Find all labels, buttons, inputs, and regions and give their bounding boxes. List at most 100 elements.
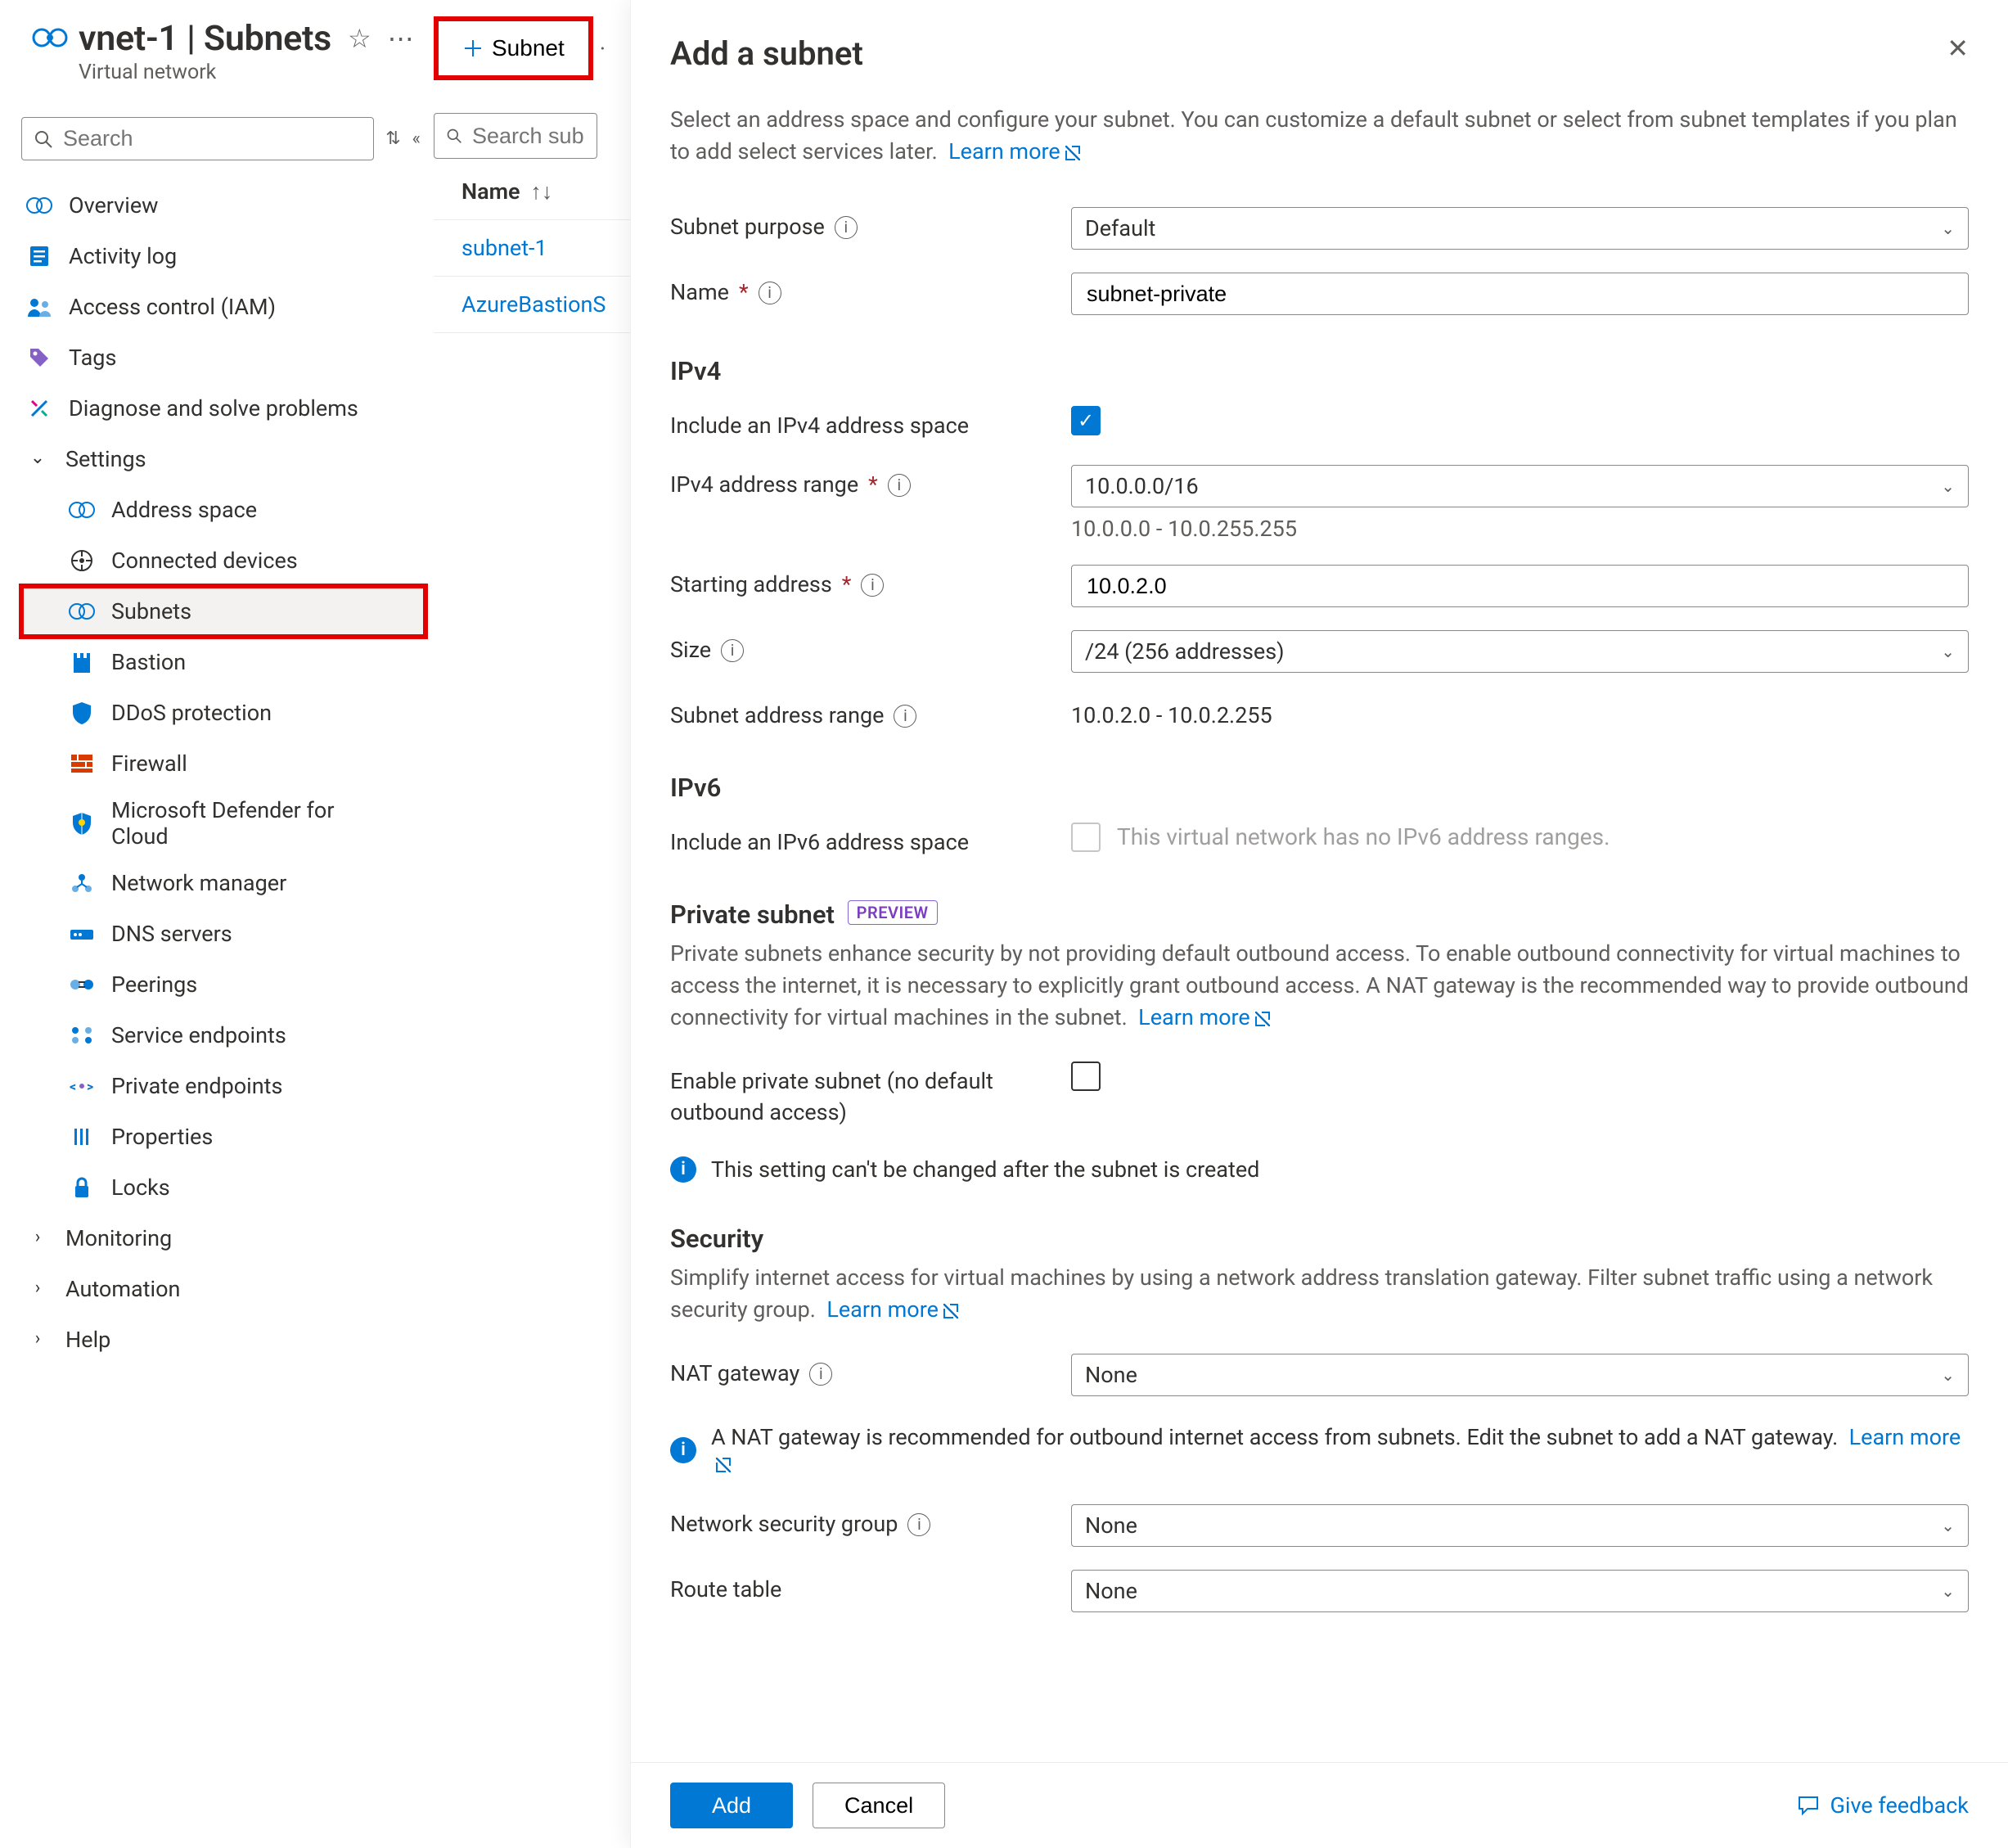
- nav-help-toggle[interactable]: › Help: [21, 1314, 425, 1365]
- nav-label: Service endpoints: [111, 1022, 286, 1048]
- add-button[interactable]: Add: [670, 1783, 793, 1828]
- vnet-icon: [25, 191, 54, 220]
- info-icon[interactable]: i: [861, 574, 884, 597]
- nav-label: Activity log: [69, 243, 177, 269]
- include-ipv6-label: Include an IPv6 address space: [670, 823, 1055, 859]
- learn-more-link[interactable]: Learn more: [826, 1296, 958, 1323]
- name-input[interactable]: [1071, 273, 1969, 315]
- nav-address-space[interactable]: Address space: [21, 485, 425, 535]
- subnet-purpose-select[interactable]: Default ⌄: [1071, 207, 1969, 250]
- nav-label: Properties: [111, 1124, 213, 1150]
- nav-ddos[interactable]: DDoS protection: [21, 687, 425, 738]
- nav-settings-toggle[interactable]: ⌄ Settings: [21, 434, 425, 485]
- chevron-down-icon: ⌄: [1941, 1365, 1955, 1385]
- include-ipv4-checkbox[interactable]: ✓: [1071, 406, 1101, 435]
- private-note: i This setting can't be changed after th…: [670, 1156, 1969, 1183]
- panel-intro: Select an address space and configure yo…: [670, 104, 1969, 168]
- include-ipv4-label: Include an IPv4 address space: [670, 406, 1055, 442]
- firewall-icon: [67, 749, 97, 778]
- nav-label: Overview: [69, 192, 158, 219]
- subnet-search-input[interactable]: [434, 113, 597, 159]
- nav-private-endpoints[interactable]: <> Private endpoints: [21, 1061, 425, 1111]
- info-icon: i: [670, 1437, 696, 1463]
- nav-dns[interactable]: DNS servers: [21, 908, 425, 959]
- search-icon: [446, 126, 462, 146]
- page-subtitle: Virtual network: [79, 61, 414, 84]
- nav-locks[interactable]: Locks: [21, 1162, 425, 1213]
- pin-icon[interactable]: ☆: [348, 25, 371, 52]
- info-icon[interactable]: i: [759, 282, 781, 304]
- more-icon[interactable]: ⋯: [388, 25, 414, 52]
- nav-firewall[interactable]: Firewall: [21, 738, 425, 789]
- nav-service-endpoints[interactable]: Service endpoints: [21, 1010, 425, 1061]
- table-row[interactable]: AzureBastionS: [434, 277, 630, 333]
- add-subnet-button[interactable]: Subnet: [442, 25, 585, 72]
- nav-peerings[interactable]: Peerings: [21, 959, 425, 1010]
- subnet-list-blade: Subnet · Name ↑↓ subnet-1 AzureBastionS: [425, 0, 630, 1848]
- nav-bastion[interactable]: Bastion: [21, 637, 425, 687]
- nav-label: Diagnose and solve problems: [69, 395, 358, 421]
- nav-network-manager[interactable]: Network manager: [21, 858, 425, 908]
- close-icon[interactable]: ✕: [1947, 33, 1969, 64]
- feedback-link[interactable]: Give feedback: [1796, 1792, 1969, 1819]
- route-select[interactable]: None ⌄: [1071, 1570, 1969, 1612]
- nav-label: Peerings: [111, 971, 197, 998]
- nav-overview[interactable]: Overview: [21, 180, 425, 231]
- nav-connected-devices[interactable]: Connected devices: [21, 535, 425, 586]
- nav-monitoring-toggle[interactable]: › Monitoring: [21, 1213, 425, 1264]
- nav-label: Firewall: [111, 750, 187, 777]
- info-icon[interactable]: i: [835, 216, 858, 239]
- ipv4-range-label: IPv4 address range *i: [670, 465, 1055, 501]
- page-title: vnet-1 | Subnets: [79, 18, 331, 59]
- vnet-icon: [67, 495, 97, 525]
- security-desc: Simplify internet access for virtual mac…: [670, 1262, 1969, 1326]
- nav-automation-toggle[interactable]: › Automation: [21, 1264, 425, 1314]
- log-icon: [25, 241, 54, 271]
- table-row[interactable]: subnet-1: [434, 220, 630, 277]
- network-manager-icon: [67, 868, 97, 898]
- info-icon[interactable]: i: [809, 1363, 832, 1386]
- size-select[interactable]: /24 (256 addresses) ⌄: [1071, 630, 1969, 673]
- nav-label: Subnets: [111, 598, 191, 624]
- chevron-down-icon: ⌄: [25, 448, 51, 468]
- svg-text:<: <: [70, 1079, 76, 1094]
- ipv4-heading: IPv4: [670, 356, 1969, 386]
- nav-label: Network manager: [111, 870, 286, 896]
- nav-label: Automation: [65, 1276, 180, 1302]
- nav-label: Address space: [111, 497, 257, 523]
- learn-more-link[interactable]: Learn more: [948, 138, 1080, 165]
- private-endpoints-icon: <>: [67, 1071, 97, 1101]
- nav-label: DNS servers: [111, 921, 232, 947]
- nav-iam[interactable]: Access control (IAM): [21, 282, 425, 332]
- ipv4-range-select[interactable]: 10.0.0.0/16 ⌄: [1071, 465, 1969, 507]
- nav-label: Tags: [69, 345, 116, 371]
- grid-header-name[interactable]: Name ↑↓: [434, 159, 630, 220]
- nav-defender[interactable]: Microsoft Defender for Cloud: [21, 789, 425, 858]
- nav-diagnose[interactable]: Diagnose and solve problems: [21, 383, 425, 434]
- nsg-select[interactable]: None ⌄: [1071, 1504, 1969, 1547]
- dns-icon: [67, 919, 97, 949]
- subnet-range-label: Subnet address rangei: [670, 696, 1055, 732]
- ipv6-heading: IPv6: [670, 773, 1969, 803]
- diagnose-icon: [25, 394, 54, 423]
- collapse-nav-icon[interactable]: «: [412, 128, 421, 149]
- reorder-icon[interactable]: ⇅: [385, 128, 400, 149]
- panel-footer: Add Cancel Give feedback: [631, 1762, 2008, 1848]
- nav-activity-log[interactable]: Activity log: [21, 231, 425, 282]
- info-icon[interactable]: i: [888, 474, 911, 497]
- nav-search-input[interactable]: [21, 117, 374, 160]
- info-icon[interactable]: i: [894, 705, 916, 728]
- info-icon[interactable]: i: [721, 639, 744, 662]
- enable-private-checkbox[interactable]: [1071, 1061, 1101, 1091]
- chevron-down-icon: ⌄: [1941, 476, 1955, 496]
- learn-more-link[interactable]: Learn more: [1138, 1004, 1270, 1030]
- nav-properties[interactable]: Properties: [21, 1111, 425, 1162]
- cancel-button[interactable]: Cancel: [813, 1783, 945, 1828]
- private-subnet-heading: Private subnet PREVIEW: [670, 899, 1969, 930]
- nav-subnets[interactable]: Subnets: [21, 586, 425, 637]
- nat-select[interactable]: None ⌄: [1071, 1354, 1969, 1396]
- info-icon: i: [670, 1156, 696, 1183]
- info-icon[interactable]: i: [907, 1513, 930, 1536]
- nav-tags[interactable]: Tags: [21, 332, 425, 383]
- start-addr-input[interactable]: [1071, 565, 1969, 607]
